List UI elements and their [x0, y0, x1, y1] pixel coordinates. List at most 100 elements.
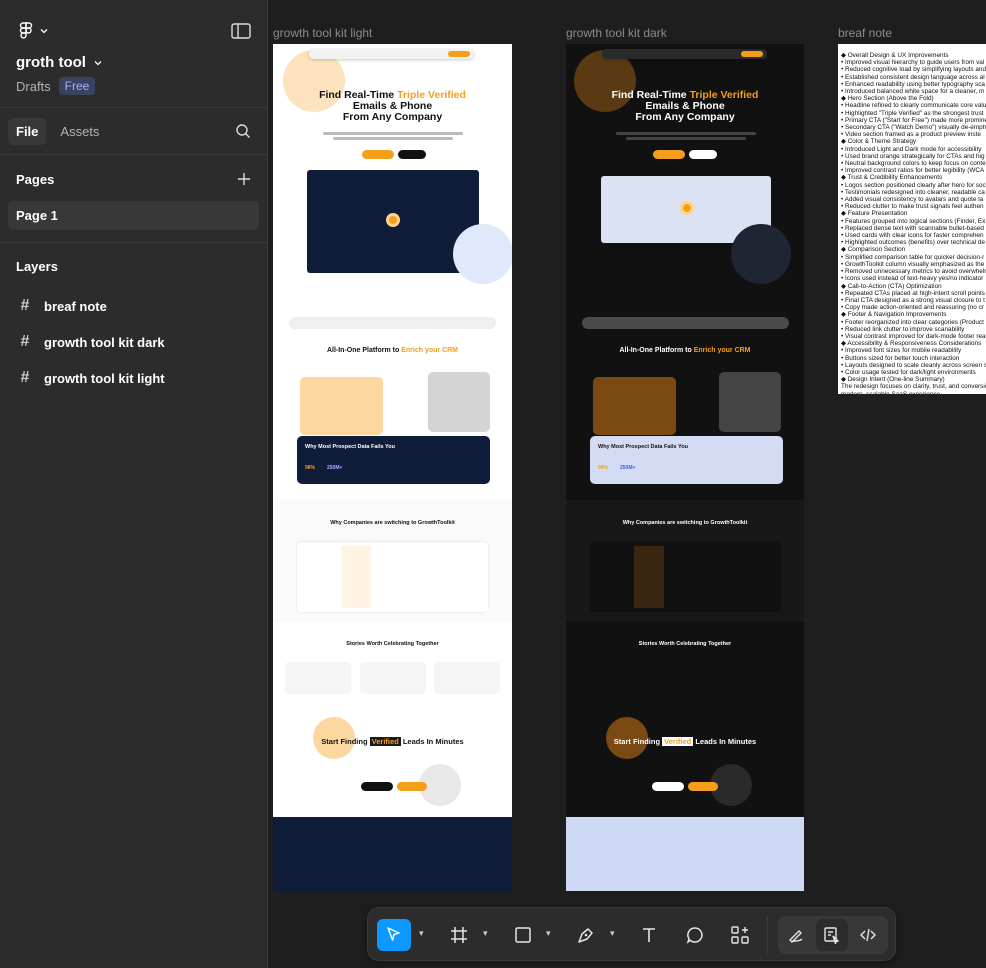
note-line: • Used cards with clear icons for faster…	[841, 232, 984, 240]
nav-cta	[741, 51, 763, 57]
feature-card-email-finder	[593, 377, 676, 435]
text-tool-icon	[643, 928, 655, 942]
chevron-down-icon[interactable]: ▾	[483, 928, 488, 939]
watch-demo-button	[398, 150, 426, 159]
design-mode-button[interactable]	[816, 919, 848, 951]
note-line: • Highlighted "Triple Verified" as the s…	[841, 109, 984, 117]
frame-label-dark[interactable]: growth tool kit dark	[566, 26, 667, 40]
note-line: ◆ Feature Presentation	[841, 210, 908, 218]
note-line: • Added visual consistency to avatars an…	[841, 196, 984, 204]
cta-highlight: Verified	[369, 737, 401, 746]
tab-file[interactable]: File	[8, 117, 47, 145]
comment-tool-button[interactable]	[678, 919, 712, 951]
stat-1: 98%	[598, 465, 609, 471]
frame-tool-button[interactable]	[442, 919, 476, 951]
data-fails-title: Why Most Prospect Data Fails You	[598, 444, 688, 450]
components-button[interactable]	[723, 919, 757, 951]
section-title-platform: All-In-One Platform to Enrich your CRM	[566, 347, 804, 354]
note-line: ◆ Call-to-Action (CTA) Optimization	[841, 282, 942, 290]
pen-tool-button[interactable]	[569, 919, 603, 951]
note-line: • Established consistent design language…	[841, 73, 985, 81]
note-line: • Video section framed as a product prev…	[841, 131, 981, 139]
layers-heading: Layers	[16, 258, 58, 274]
platform-prefix: All-In-One Platform to	[326, 347, 402, 354]
page-item-page-1[interactable]: Page 1	[8, 201, 259, 230]
chevron-down-icon[interactable]: ▾	[419, 928, 424, 939]
comparison-table	[590, 542, 781, 612]
note-line: • Used brand orange strategically for CT…	[841, 152, 985, 160]
search-icon[interactable]	[235, 123, 251, 139]
platform-prefix: All-In-One Platform to	[619, 347, 694, 354]
layer-item-growth-tool-kit-dark[interactable]: # growth tool kit dark	[0, 324, 267, 360]
highlight-column	[341, 546, 371, 608]
decor-blob	[453, 224, 512, 284]
note-line: • Buttons sized for better touch interac…	[841, 354, 960, 362]
cta-headline: Start Finding Verified Leads In Minutes	[273, 737, 512, 746]
plus-icon[interactable]	[237, 172, 251, 186]
draw-mode-icon	[789, 930, 803, 943]
chevron-down-icon[interactable]: ▾	[546, 928, 551, 939]
site-nav	[602, 49, 767, 59]
chevron-down-icon	[94, 60, 102, 65]
brief-note-text: ◆ Overall Design & UX Improvements • Impr…	[841, 52, 986, 394]
note-line: • Improved visual hierarchy to guide use…	[841, 59, 985, 67]
figma-logo-icon	[19, 22, 33, 39]
layer-label: breaf note	[44, 298, 107, 314]
layer-label: growth tool kit light	[44, 370, 165, 386]
dev-mode-icon	[860, 928, 876, 942]
text-tool-button[interactable]	[632, 919, 666, 951]
frame-growth-tool-kit-dark[interactable]: Find Real-Time Triple Verified Emails & …	[566, 44, 804, 891]
section-title-switch: Why Companies are switching to GrowthToo…	[622, 520, 748, 526]
layer-label: growth tool kit dark	[44, 334, 165, 350]
frame-hash-icon: #	[20, 333, 30, 350]
testimonial-card	[434, 662, 500, 694]
stat-2: 250M+	[327, 465, 343, 471]
note-line: • Copy made action-oriented and reassuri…	[841, 304, 984, 312]
note-line: • Neutral background colors to keep focu…	[841, 160, 986, 168]
start-free-button	[362, 150, 394, 159]
note-line: • Footer reorganized into clear categori…	[841, 318, 984, 326]
note-line: • Replaced dense text with scannable bul…	[841, 224, 984, 232]
draw-mode-button[interactable]	[780, 919, 812, 951]
pages-heading: Pages	[16, 171, 55, 187]
platform-accent: Enrich your CRM	[401, 347, 459, 354]
frame-label-light[interactable]: growth tool kit light	[273, 26, 372, 40]
move-tool-button[interactable]	[377, 919, 411, 951]
design-canvas[interactable]: growth tool kit light growth tool kit da…	[269, 0, 986, 968]
note-line: ◆ Footer & Navigation Improvements	[841, 311, 947, 319]
move-pointer-icon	[387, 927, 400, 941]
plan-badge[interactable]: Free	[58, 77, 96, 95]
cta-suffix: Leads In Minutes	[400, 737, 464, 746]
feature-card-email-finder	[300, 377, 383, 435]
shape-tool-button[interactable]	[506, 919, 540, 951]
play-icon	[680, 201, 694, 215]
layer-item-breaf-note[interactable]: # breaf note	[0, 288, 267, 324]
sidebar-toggle-icon[interactable]	[231, 23, 251, 39]
frame-label-note[interactable]: breaf note	[838, 26, 892, 40]
highlight-column	[634, 546, 664, 608]
chevron-down-icon[interactable]: ▾	[610, 928, 615, 939]
layer-item-growth-tool-kit-light[interactable]: # growth tool kit light	[0, 360, 267, 396]
dev-mode-button[interactable]	[852, 919, 884, 951]
tab-assets[interactable]: Assets	[52, 118, 107, 145]
frame-growth-tool-kit-light[interactable]: Find Real-Time Triple Verified Emails & …	[273, 44, 512, 891]
drafts-link[interactable]: Drafts	[16, 79, 51, 94]
hero-headline: Find Real-Time Triple Verified Emails & …	[273, 90, 512, 123]
nav-cta	[448, 51, 470, 57]
note-line: • Headline refined to clearly communicat…	[841, 102, 986, 110]
mode-switcher	[778, 916, 888, 954]
project-title[interactable]: groth tool	[16, 54, 251, 71]
note-line: ◆ Comparison Section	[841, 246, 906, 254]
note-line: • Improved font sizes for mobile readabi…	[841, 347, 962, 355]
components-icon	[731, 926, 749, 944]
note-line: • Visual contrast improved for dark-mode…	[841, 332, 986, 340]
frame-breaf-note[interactable]: ◆ Overall Design & UX Improvements • Impr…	[838, 44, 986, 394]
frame-hash-icon: #	[20, 369, 30, 386]
site-footer	[273, 817, 512, 891]
main-menu-button[interactable]	[16, 21, 48, 41]
comparison-table	[297, 542, 488, 612]
note-line: • GrowthToolkit column visually emphasiz…	[841, 260, 985, 268]
note-line: • Highlighted outcomes (benefits) over t…	[841, 239, 985, 247]
note-line: ◆ Accessibility & Responsiveness Conside…	[841, 340, 982, 348]
hero-subtext	[323, 132, 463, 135]
